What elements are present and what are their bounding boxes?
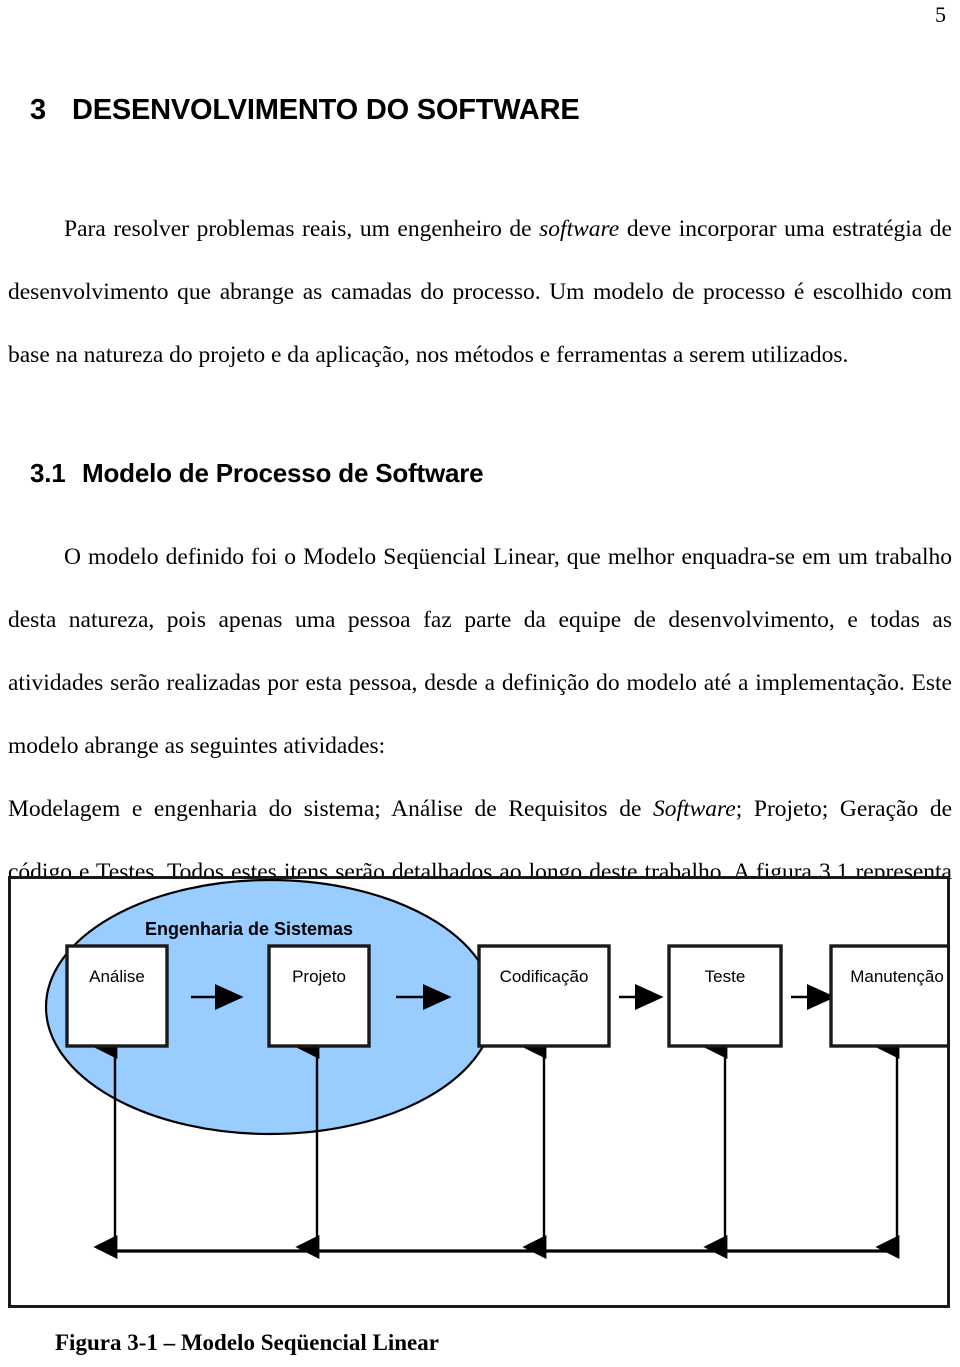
process-box-teste-label: Teste <box>705 967 746 986</box>
process-box-codificacao[interactable]: Codificação <box>477 944 611 1048</box>
paragraph-model-emphasis-software: Software <box>653 796 736 822</box>
paragraph-model-seg1: O modelo definido foi o Modelo Seqüencia… <box>8 544 952 759</box>
process-box-teste[interactable]: Teste <box>667 944 783 1048</box>
figure-caption: Figura 3-1 – Modelo Seqüencial Linear <box>55 1330 439 1355</box>
page-number: 5 <box>935 2 946 27</box>
document-page: 5 3 DESENVOLVIMENTO DO SOFTWARE Para reso… <box>0 0 960 1367</box>
sequential-model-diagram: Engenharia de Sistemas Análise Projeto C… <box>44 879 947 1259</box>
engenharia-de-sistemas-label: Engenharia de Sistemas <box>145 919 353 939</box>
paragraph-model-seg2: Modelagem e engenharia do sistema; Análi… <box>8 796 654 822</box>
figure-frame: Engenharia de Sistemas Análise Projeto C… <box>8 876 950 1308</box>
section-heading: 3.1 Modelo de Processo de Software <box>30 458 484 489</box>
section-title: Modelo de Processo de Software <box>82 458 484 488</box>
process-box-manutencao[interactable]: Manutenção <box>829 944 947 1048</box>
paragraph-intro: Para resolver problemas reais, um engenh… <box>8 198 952 387</box>
process-box-projeto[interactable]: Projeto <box>267 944 371 1048</box>
process-box-codificacao-label: Codificação <box>500 967 589 986</box>
chapter-heading: 3 DESENVOLVIMENTO DO SOFTWARE <box>30 94 580 127</box>
paragraph-intro-emphasis-software: software <box>539 216 620 242</box>
process-box-analise[interactable]: Análise <box>65 944 169 1048</box>
process-box-analise-label: Análise <box>89 967 145 986</box>
process-box-manutencao-label: Manutenção <box>850 967 944 986</box>
section-number: 3.1 <box>30 458 66 488</box>
chapter-number: 3 <box>30 94 46 126</box>
paragraph-intro-seg1: Para resolver problemas reais, um engenh… <box>64 216 540 242</box>
process-box-projeto-label: Projeto <box>292 967 346 986</box>
chapter-title: DESENVOLVIMENTO DO SOFTWARE <box>72 94 580 126</box>
